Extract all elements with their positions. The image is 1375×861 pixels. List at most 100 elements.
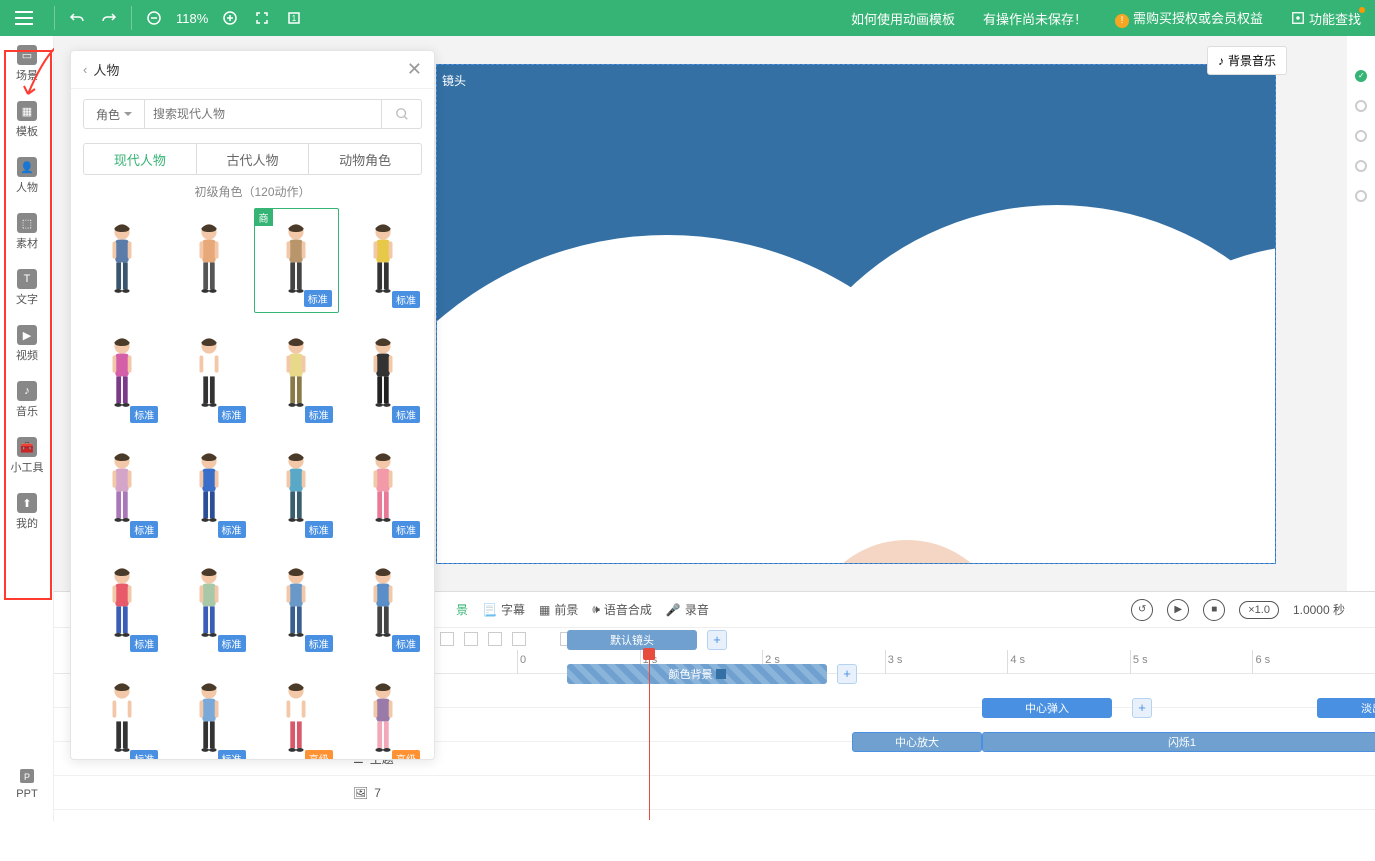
find-feature-button[interactable]: 功能查找 [1277, 9, 1375, 28]
topbar: 118% 1 如何使用动画模板 有操作尚未保存！ !需购买授权或会员权益 功能查… [0, 0, 1375, 36]
clip-bg[interactable]: 颜色背景 [567, 664, 827, 684]
help-link[interactable]: 如何使用动画模板 [837, 9, 969, 28]
fullscreen-button[interactable] [246, 0, 278, 36]
canvas[interactable] [436, 64, 1276, 564]
sidebar-item-6[interactable]: ♪音乐 [0, 372, 54, 428]
sidebar-item-1[interactable]: ▦模板 [0, 92, 54, 148]
character-figure [277, 679, 315, 760]
sidebar-item-2[interactable]: 👤人物 [0, 148, 54, 204]
character-figure [277, 449, 315, 531]
character-card[interactable]: 标准 [79, 438, 164, 543]
character-card[interactable]: 标准 [341, 323, 426, 428]
fit-button[interactable]: 1 [278, 0, 310, 36]
character-figure [103, 679, 141, 760]
rewind-button[interactable]: ↺ [1131, 599, 1153, 621]
character-card[interactable]: 标准 [166, 323, 251, 428]
character-card[interactable]: 商标准 [254, 208, 339, 313]
sidebar-item-3[interactable]: ⬚素材 [0, 204, 54, 260]
character-card[interactable]: 标准 [79, 323, 164, 428]
add-clip-button[interactable]: + [837, 664, 857, 684]
character-card[interactable]: 标准 [254, 323, 339, 428]
redo-button[interactable] [93, 0, 125, 36]
character-grid: 商标准 标准 标准 标准 [71, 208, 434, 760]
tl-tts-button[interactable]: 🕪 语音合成 [592, 601, 652, 618]
sidebar-icon: ⬆ [17, 493, 37, 513]
character-card[interactable]: 高级 [254, 667, 339, 760]
character-figure [277, 334, 315, 416]
character-card[interactable]: 标准 [79, 552, 164, 657]
menu-button[interactable] [0, 0, 48, 36]
left-sidebar: ▭场景▦模板👤人物⬚素材T文字▶视频♪音乐🧰小工具⬆我的 P PPT [0, 36, 54, 821]
play-button[interactable]: ▶ [1167, 599, 1189, 621]
sidebar-item-8[interactable]: ⬆我的 [0, 484, 54, 540]
character-card[interactable]: 标准 [254, 552, 339, 657]
character-card[interactable]: 标准 [79, 667, 164, 760]
clip-out[interactable]: 淡出 [1317, 698, 1375, 718]
check-indicator[interactable] [1355, 70, 1367, 82]
locate-icon [1291, 11, 1305, 25]
character-card[interactable] [166, 208, 251, 313]
indicator-dot[interactable] [1355, 190, 1367, 202]
plus-circle-icon [222, 10, 238, 26]
clip-zoom[interactable]: 中心放大 [852, 732, 982, 752]
tier-badge: 高级 [305, 750, 333, 760]
search-input[interactable] [145, 99, 382, 129]
undo-button[interactable] [61, 0, 93, 36]
sidebar-item-7[interactable]: 🧰小工具 [0, 428, 54, 484]
sidebar-icon: ♪ [17, 381, 37, 401]
sidebar-item-5[interactable]: ▶视频 [0, 316, 54, 372]
character-figure [364, 679, 402, 760]
panel-title: 人物 [93, 60, 119, 79]
tl-foreground-button[interactable]: ▦ 前景 [539, 601, 578, 618]
zoom-out-button[interactable] [138, 0, 170, 36]
tab-modern[interactable]: 现代人物 [84, 144, 197, 174]
purchase-link[interactable]: !需购买授权或会员权益 [1101, 8, 1277, 28]
character-card[interactable] [79, 208, 164, 313]
character-figure [190, 564, 228, 646]
indicator-dot[interactable] [1355, 130, 1367, 142]
clip-shot[interactable]: 默认镜头 [567, 630, 697, 650]
hamburger-icon [15, 17, 33, 19]
warning-icon: ! [1115, 14, 1129, 28]
tl-subtitle-button[interactable]: 📃 字幕 [482, 601, 525, 618]
speed-button[interactable]: ×1.0 [1239, 601, 1279, 619]
tl-shot-button[interactable]: 景 [456, 601, 468, 618]
tier-badge: 标准 [392, 406, 420, 423]
stop-button[interactable]: ■ [1203, 599, 1225, 621]
indicator-dot[interactable] [1355, 100, 1367, 112]
tl-mini-icon[interactable] [440, 632, 454, 646]
close-button[interactable]: ✕ [407, 59, 422, 80]
sidebar-icon: ▦ [17, 101, 37, 121]
zoom-in-button[interactable] [214, 0, 246, 36]
bgm-button[interactable]: ♪ 背景音乐 [1207, 46, 1287, 75]
character-card[interactable]: 高级 [341, 667, 426, 760]
sidebar-item-4[interactable]: T文字 [0, 260, 54, 316]
character-card[interactable]: 标准 [166, 438, 251, 543]
fit-icon: 1 [286, 10, 302, 26]
playhead[interactable] [649, 650, 650, 820]
tab-ancient[interactable]: 古代人物 [197, 144, 310, 174]
track-label-seven: 🖼 7 [339, 786, 499, 800]
back-button[interactable]: ‹ [83, 62, 87, 77]
search-category-dropdown[interactable]: 角色 [83, 99, 145, 129]
indicator-dot[interactable] [1355, 160, 1367, 172]
tab-animal[interactable]: 动物角色 [309, 144, 421, 174]
sidebar-item-ppt[interactable]: P PPT [0, 755, 54, 811]
search-button[interactable] [382, 99, 422, 129]
character-card[interactable]: 标准 [166, 552, 251, 657]
character-figure [364, 564, 402, 646]
character-card[interactable]: 标准 [254, 438, 339, 543]
sidebar-item-0[interactable]: ▭场景 [0, 36, 54, 92]
character-card[interactable]: 标准 [341, 208, 426, 313]
track-seven: 🖼 7 中心放大 闪烁1 [54, 776, 1375, 810]
character-card[interactable]: 标准 [166, 667, 251, 760]
character-card[interactable]: 标准 [341, 552, 426, 657]
clip-in[interactable]: 中心弹入 [982, 698, 1112, 718]
tl-mini-icon[interactable] [464, 632, 478, 646]
tl-record-button[interactable]: 🎤 录音 [666, 601, 709, 618]
tl-mini-icon[interactable] [488, 632, 502, 646]
add-clip-button[interactable]: + [1132, 698, 1152, 718]
add-clip-button[interactable]: + [707, 630, 727, 650]
character-card[interactable]: 标准 [341, 438, 426, 543]
clip-blink[interactable]: 闪烁1 [982, 732, 1375, 752]
